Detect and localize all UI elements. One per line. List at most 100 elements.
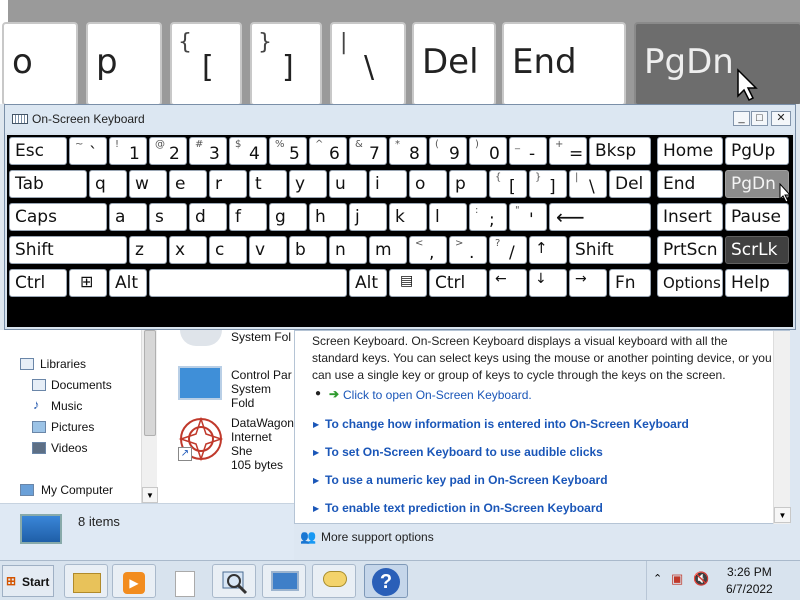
taskbar-magnifier[interactable]: [212, 564, 256, 598]
key-menu[interactable]: ▤: [389, 269, 427, 297]
key-period[interactable]: >.: [449, 236, 487, 264]
key-semicolon[interactable]: :;: [469, 203, 507, 231]
taskbar-media-player[interactable]: ▶: [112, 564, 156, 598]
key-4[interactable]: $4: [229, 137, 267, 165]
key-caps[interactable]: Caps: [9, 203, 107, 231]
key-options[interactable]: Options: [657, 269, 723, 297]
taskbar-help[interactable]: ?: [364, 564, 408, 598]
key-minus[interactable]: _ -: [509, 137, 547, 165]
key-del[interactable]: Del: [609, 170, 651, 198]
more-support-link[interactable]: More support options: [321, 530, 434, 544]
key-2[interactable]: @2: [149, 137, 187, 165]
taskbar-explorer[interactable]: [64, 564, 108, 598]
key-right-bracket[interactable]: }]: [529, 170, 567, 198]
key-l[interactable]: l: [429, 203, 467, 231]
key-up-arrow[interactable]: ↑: [529, 236, 567, 264]
key-0[interactable]: ) 0: [469, 137, 507, 165]
key-ctrl-right[interactable]: Ctrl: [429, 269, 487, 297]
topic-link-text-prediction[interactable]: To enable text prediction in On-Screen K…: [325, 501, 603, 515]
key-esc[interactable]: Esc: [9, 137, 67, 165]
nav-music[interactable]: Music: [51, 399, 82, 413]
volume-muted-icon[interactable]: 🔇: [693, 571, 709, 587]
key-z[interactable]: z: [129, 236, 167, 264]
taskbar-messenger[interactable]: [312, 564, 356, 598]
key-a[interactable]: a: [109, 203, 147, 231]
help-scrollbar[interactable]: ▼: [773, 331, 791, 524]
key-i[interactable]: i: [369, 170, 407, 198]
key-space[interactable]: [149, 269, 347, 297]
nav-videos[interactable]: Videos: [51, 441, 87, 455]
minimize-button[interactable]: _: [733, 111, 750, 126]
osk-title-bar[interactable]: On-Screen Keyboard _ □ ✕: [5, 105, 795, 133]
key-pause[interactable]: Pause: [725, 203, 789, 231]
key-m[interactable]: m: [369, 236, 407, 264]
key-3[interactable]: #3: [189, 137, 227, 165]
key-r[interactable]: r: [209, 170, 247, 198]
file-datawagon[interactable]: DataWagon Internet She 105 bytes: [231, 416, 294, 472]
key-s[interactable]: s: [149, 203, 187, 231]
key-windows[interactable]: ⊞: [69, 269, 107, 297]
key-5[interactable]: % 5: [269, 137, 307, 165]
key-equals[interactable]: + =: [549, 137, 587, 165]
key-pgup[interactable]: PgUp: [725, 137, 789, 165]
key-q[interactable]: q: [89, 170, 127, 198]
key-w[interactable]: w: [129, 170, 167, 198]
open-osk-link[interactable]: Click to open On-Screen Keyboard.: [343, 388, 532, 402]
key-y[interactable]: y: [289, 170, 327, 198]
key-v[interactable]: v: [249, 236, 287, 264]
topic-link-change-input[interactable]: To change how information is entered int…: [325, 417, 689, 431]
key-ctrl-left[interactable]: Ctrl: [9, 269, 67, 297]
key-k[interactable]: k: [389, 203, 427, 231]
key-enter[interactable]: ⟵: [549, 203, 651, 231]
show-hidden-icons-icon[interactable]: ⌃: [653, 572, 662, 585]
key-h[interactable]: h: [309, 203, 347, 231]
nav-libraries[interactable]: Libraries: [40, 357, 86, 371]
key-fn[interactable]: Fn: [609, 269, 651, 297]
key-b[interactable]: b: [289, 236, 327, 264]
key-backtick[interactable]: ~ `: [69, 137, 107, 165]
key-n[interactable]: n: [329, 236, 367, 264]
key-d[interactable]: d: [189, 203, 227, 231]
file-system-folder[interactable]: System Fol: [231, 330, 291, 344]
taskbar-remote-desktop[interactable]: [262, 564, 306, 598]
key-prtscn[interactable]: PrtScn: [657, 236, 723, 264]
key-down-arrow[interactable]: ↓: [529, 269, 567, 297]
key-quote[interactable]: " ': [509, 203, 547, 231]
nav-pictures[interactable]: Pictures: [51, 420, 94, 434]
key-insert[interactable]: Insert: [657, 203, 723, 231]
scroll-down-arrow-icon[interactable]: ▼: [774, 507, 791, 523]
key-left-bracket[interactable]: {[: [489, 170, 527, 198]
topic-link-audible-clicks[interactable]: To set On-Screen Keyboard to use audible…: [325, 445, 603, 459]
key-left-arrow[interactable]: ←: [489, 269, 527, 297]
key-help[interactable]: Help: [725, 269, 789, 297]
key-7[interactable]: & 7: [349, 137, 387, 165]
nav-scrollbar[interactable]: ▼: [141, 330, 158, 503]
key-x[interactable]: x: [169, 236, 207, 264]
key-t[interactable]: t: [249, 170, 287, 198]
key-home[interactable]: Home: [657, 137, 723, 165]
key-u[interactable]: u: [329, 170, 367, 198]
key-alt-left[interactable]: Alt: [109, 269, 147, 297]
nav-my-computer[interactable]: My Computer: [41, 483, 113, 497]
nav-scroll-thumb[interactable]: [144, 330, 156, 436]
topic-link-numeric-keypad[interactable]: To use a numeric key pad in On-Screen Ke…: [325, 473, 608, 487]
network-error-icon[interactable]: ▣: [671, 571, 683, 587]
nav-documents[interactable]: Documents: [51, 378, 112, 392]
key-8[interactable]: * 8: [389, 137, 427, 165]
key-shift-right[interactable]: Shift: [569, 236, 651, 264]
start-button[interactable]: ⊞ Start: [2, 565, 54, 597]
key-slash[interactable]: ? /: [489, 236, 527, 264]
key-o[interactable]: o: [409, 170, 447, 198]
key-right-arrow[interactable]: →: [569, 269, 607, 297]
key-scrlk[interactable]: ScrLk: [725, 236, 789, 264]
key-6[interactable]: ^ 6: [309, 137, 347, 165]
key-e[interactable]: e: [169, 170, 207, 198]
key-c[interactable]: c: [209, 236, 247, 264]
scroll-down-arrow-icon[interactable]: ▼: [142, 487, 158, 503]
key-j[interactable]: j: [349, 203, 387, 231]
taskbar-notepad[interactable]: [162, 564, 206, 598]
key-g[interactable]: g: [269, 203, 307, 231]
key-alt-right[interactable]: Alt: [349, 269, 387, 297]
key-end[interactable]: End: [657, 170, 723, 198]
key-f[interactable]: f: [229, 203, 267, 231]
